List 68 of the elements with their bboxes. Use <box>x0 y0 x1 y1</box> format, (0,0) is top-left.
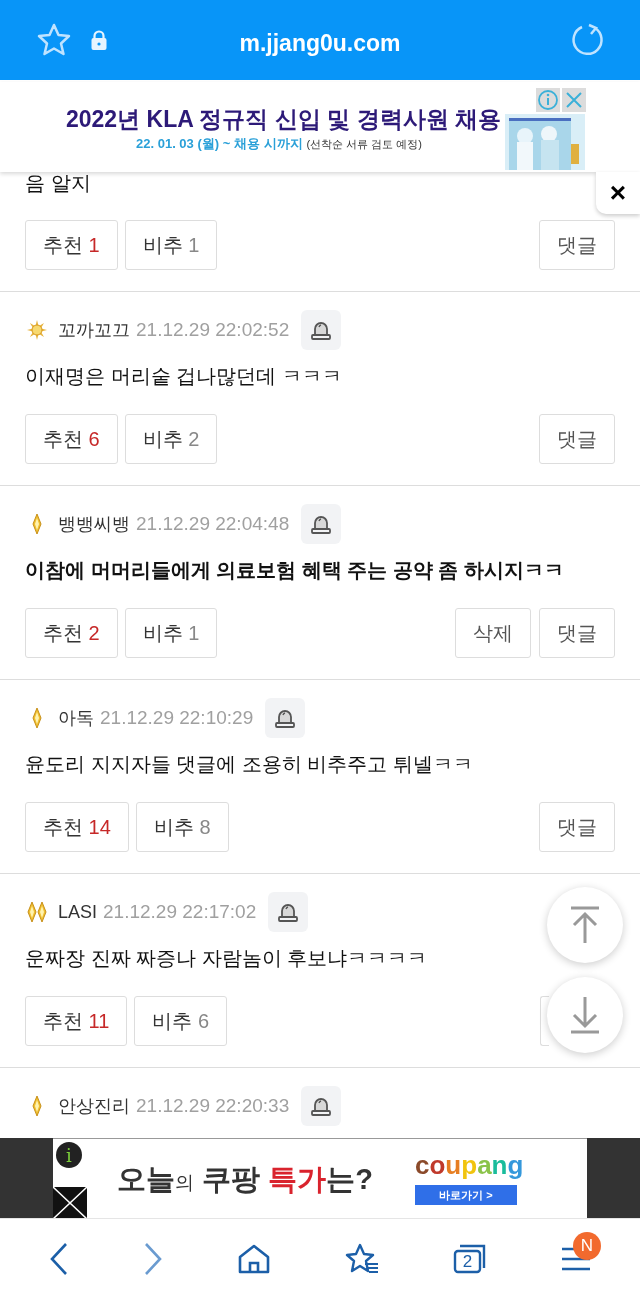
reply-button[interactable]: 댓글 <box>539 608 615 658</box>
comment-time: 21.12.29 22:04:48 <box>136 511 290 536</box>
author-name[interactable]: 꼬까꼬끄 <box>58 316 130 344</box>
ad-headline: 2022년 KLA 정규직 신입 및 경력사원 채용 <box>66 105 501 134</box>
report-button[interactable] <box>301 310 342 350</box>
siren-icon <box>277 901 300 923</box>
tabs-button[interactable]: 2 <box>453 1244 487 1274</box>
close-icon[interactable] <box>53 1187 87 1219</box>
ad-banner[interactable]: i 오늘의 쿠팡 특가는? coupang 바로가기 > <box>53 1138 587 1218</box>
ad-note: (선착순 서류 검토 예정) <box>306 137 423 152</box>
report-button[interactable] <box>301 1086 342 1126</box>
double-diamond-rank-icon <box>26 901 48 923</box>
author-name[interactable]: 안상진리 <box>58 1092 130 1120</box>
report-button[interactable] <box>268 892 309 932</box>
notification-badge: N <box>573 1232 601 1260</box>
comment-text: 윤도리 지지자들 댓글에 조용히 비추주고 튀넬ㅋㅋ <box>25 753 473 775</box>
star-list-icon[interactable] <box>345 1243 379 1275</box>
comment-text: 이재명은 머리숱 겁나많던데 ㅋㅋㅋ <box>25 365 342 387</box>
scroll-top-button[interactable] <box>547 887 623 963</box>
author-name[interactable]: 뱅뱅씨뱅 <box>58 510 130 538</box>
report-button[interactable] <box>265 698 306 738</box>
back-icon[interactable] <box>49 1242 69 1276</box>
author-name[interactable]: LASI <box>58 898 98 926</box>
siren-icon <box>310 319 333 341</box>
reply-button[interactable]: 댓글 <box>539 414 615 464</box>
comment-time: 21.12.29 22:02:52 <box>136 317 290 342</box>
comment-text: 이참에 머머리들에게 의료보험 혜택 주는 공약 좀 하시지ㅋㅋ <box>25 559 564 581</box>
diamond-rank-icon <box>31 513 43 535</box>
comment-text: 운짜장 진짜 짜증나 자람놈이 후보냐ㅋㅋㅋㅋ <box>25 947 428 969</box>
siren-icon <box>310 513 333 535</box>
diamond-rank-icon <box>31 1095 43 1117</box>
brand-logo: coupang <box>415 1149 524 1181</box>
reply-button[interactable]: 댓글 <box>539 220 615 270</box>
report-button[interactable] <box>301 504 342 544</box>
sun-rank-icon <box>26 319 48 341</box>
home-icon[interactable] <box>237 1243 271 1275</box>
downvote-button[interactable]: 비추 6 <box>134 996 227 1046</box>
comment-time: 21.12.29 22:10:29 <box>100 705 254 730</box>
downvote-button[interactable]: 비추 1 <box>124 608 218 658</box>
upvote-button[interactable]: 추천 6 <box>25 414 118 464</box>
arrow-up-icon <box>570 906 600 944</box>
ad-info-icon[interactable]: i <box>56 1142 82 1168</box>
ad-date: 22. 01. 03 (월) ~ 채용 시까지 <box>136 135 303 153</box>
upvote-button[interactable]: 추천 1 <box>25 220 118 270</box>
siren-icon <box>274 707 297 729</box>
upvote-button[interactable]: 추천 14 <box>25 802 129 852</box>
lock-icon <box>90 29 108 51</box>
reply-button[interactable]: 댓글 <box>539 802 615 852</box>
upvote-button[interactable]: 추천 11 <box>25 996 128 1046</box>
downvote-button[interactable]: 비추 8 <box>135 802 229 852</box>
diamond-rank-icon <box>31 707 43 729</box>
delete-button[interactable]: 삭제 <box>455 608 531 658</box>
author-name[interactable]: 아독 <box>58 704 94 732</box>
comment-time: 21.12.29 22:17:02 <box>103 899 257 924</box>
ad-headline: 오늘의 쿠팡 특가는? <box>117 1162 373 1197</box>
arrow-down-icon <box>570 996 600 1034</box>
comment-time: 21.12.29 22:20:33 <box>136 1093 290 1118</box>
star-icon[interactable] <box>36 22 72 58</box>
upvote-button[interactable]: 추천 2 <box>25 608 118 658</box>
comment-text: 음 알지 <box>25 172 91 194</box>
scroll-down-button[interactable] <box>547 977 623 1053</box>
downvote-button[interactable]: 비추 1 <box>124 220 218 270</box>
close-ad-button[interactable]: × <box>596 172 640 214</box>
tabs-outline <box>453 1244 487 1274</box>
forward-icon[interactable] <box>143 1242 163 1276</box>
shortcut-button[interactable]: 바로가기 > <box>415 1185 517 1205</box>
siren-icon <box>310 1095 333 1117</box>
downvote-button[interactable]: 비추 2 <box>124 414 218 464</box>
